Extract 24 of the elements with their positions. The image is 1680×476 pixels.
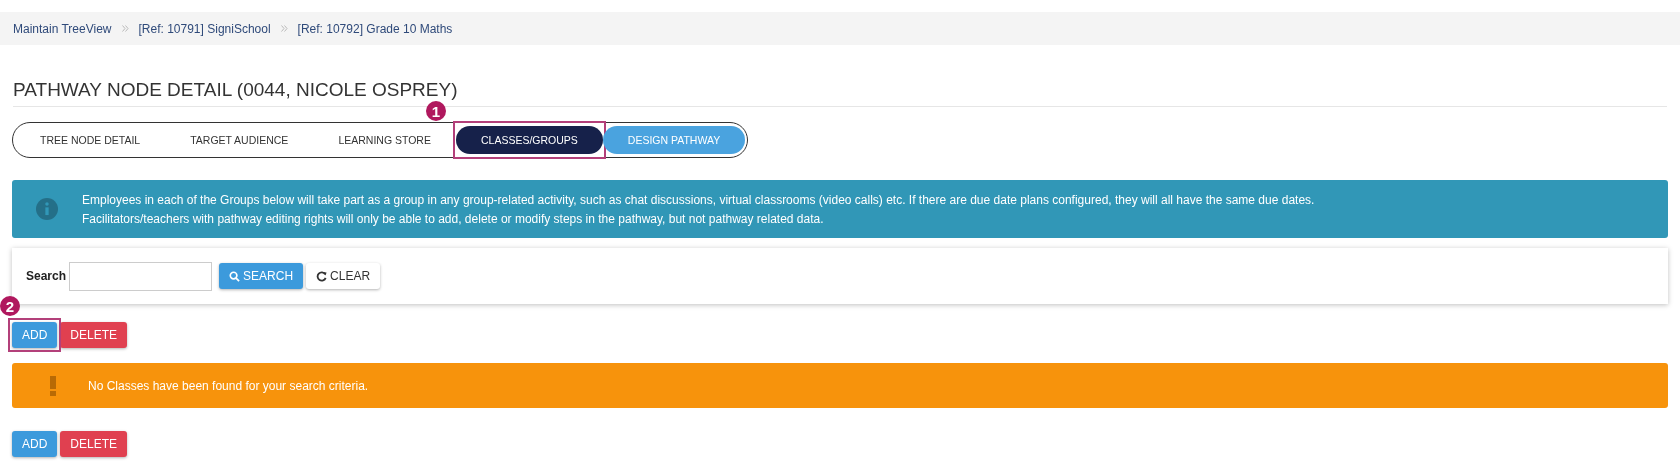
separator-icon: [121, 25, 129, 32]
tab[interactable]: TARGET AUDIENCE: [165, 126, 314, 154]
info-text: Employees in each of the Groups below will take part as a group in any group-related activity, such as chat discussions, virtual classrooms (video calls) etc. If there are due date plans configured, they will all have the same due dates.: [82, 192, 1315, 207]
tab[interactable]: LEARNING STORE: [313, 126, 456, 154]
warning-text: No Classes have been found for your search criteria.: [88, 378, 369, 393]
breadcrumb-link[interactable]: Maintain TreeView: [13, 21, 112, 36]
callout-number: 1: [425, 101, 446, 121]
info-text: Facilitators/teachers with pathway editing rights will only be able to add, delete or modify steps in the pathway, but not pathway related data.: [82, 211, 825, 226]
breadcrumb-link[interactable]: [Ref: 10791] SigniSchool: [138, 21, 271, 36]
search-field[interactable]: [69, 261, 213, 291]
callout-number: 2: [0, 296, 20, 316]
tab[interactable]: CLASSES/GROUPS: [455, 126, 603, 154]
info-icon: [36, 198, 58, 220]
clear-button[interactable]: CLEAR: [306, 263, 381, 289]
breadcrumb-link[interactable]: [Ref: 10792] Grade 10 Maths: [297, 21, 453, 36]
tab[interactable]: TREE NODE DETAIL: [15, 126, 166, 154]
page-title: PATHWAY NODE DETAIL (0044, NICOLE OSPREY): [13, 79, 1667, 107]
search-icon: [229, 270, 241, 282]
delete-button[interactable]: DELETE: [60, 322, 128, 348]
separator-icon: [280, 25, 288, 32]
exclamation-icon: [50, 375, 56, 396]
delete-button[interactable]: DELETE: [60, 431, 128, 457]
refresh-icon: [316, 270, 328, 282]
search-label: Search: [26, 269, 67, 283]
